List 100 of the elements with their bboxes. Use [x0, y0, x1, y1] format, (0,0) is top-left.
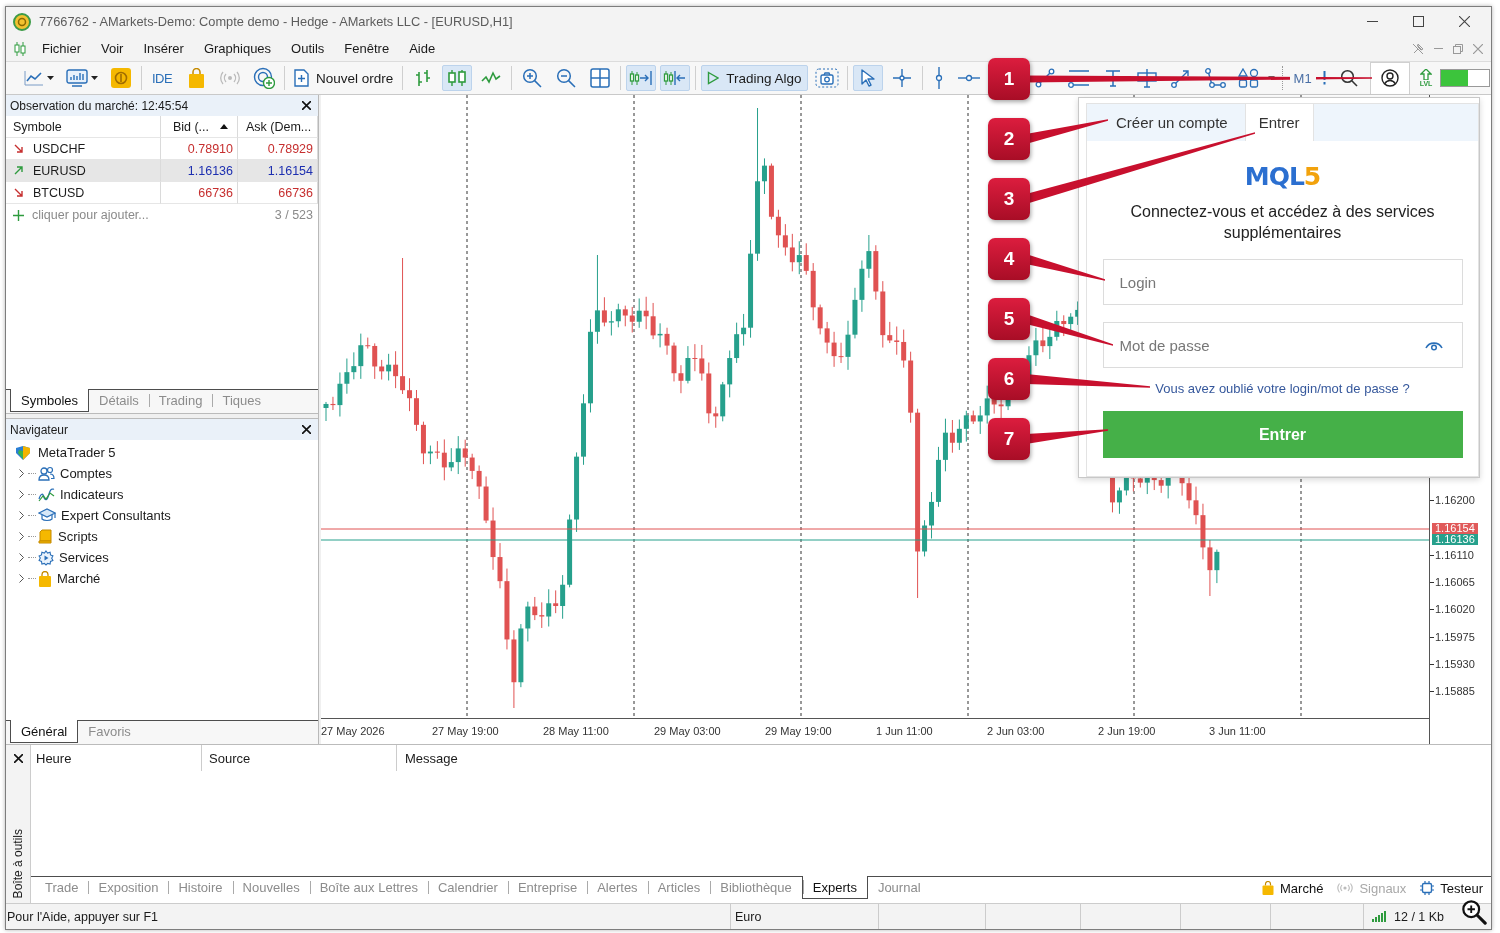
chart-window-icon[interactable] — [66, 69, 88, 87]
candles-arrow-right-icon — [629, 69, 654, 87]
chevron-right-icon[interactable] — [19, 532, 24, 541]
bid-price: 0.78910 — [187, 141, 233, 156]
price-label: 1.16020 — [1430, 603, 1475, 617]
plus-icon[interactable] — [13, 209, 24, 221]
menu-item[interactable]: Voir — [91, 41, 134, 56]
algo-trading-button[interactable]: Trading Algo — [701, 65, 808, 91]
close-icon[interactable] — [1458, 16, 1470, 27]
add-symbol-hint[interactable]: cliquer pour ajouter... — [32, 208, 149, 222]
profile-name[interactable]: Euro — [735, 909, 762, 924]
symbol-name: BTCUSD — [33, 185, 85, 200]
menu-item[interactable]: Insérer — [133, 41, 194, 56]
camera-icon[interactable] — [814, 68, 839, 88]
arrow-tool-icon[interactable] — [1169, 68, 1192, 88]
column-header[interactable]: Bid (... — [161, 116, 238, 138]
panel-tab[interactable]: Général — [10, 720, 79, 743]
candlestick-icon[interactable] — [14, 41, 26, 56]
zigzag-line-icon[interactable] — [481, 70, 502, 86]
chevron-right-icon[interactable] — [19, 469, 24, 478]
traffic-text: 12 / 1 Kb — [1394, 909, 1445, 924]
toolbox-tab[interactable]: Exposition — [88, 877, 169, 898]
time-label: 2 Jun 19:00 — [1098, 724, 1156, 737]
maximize-icon[interactable] — [1412, 16, 1424, 27]
toolbox-tab[interactable]: Boîte aux Lettres — [309, 877, 428, 898]
shopping-bag-icon — [1262, 881, 1274, 895]
price-label: 1.15885 — [1430, 685, 1475, 699]
shortcut-button[interactable]: Marché — [1260, 880, 1326, 896]
level-up-icon[interactable] — [1420, 68, 1432, 80]
column-header[interactable]: Symbole — [6, 116, 161, 138]
crosshair-icon[interactable] — [891, 68, 912, 88]
toolbox-tab[interactable]: Journal — [867, 877, 931, 898]
price-label: 1.15975 — [1430, 630, 1475, 644]
chevron-right-icon[interactable] — [19, 490, 24, 499]
chevron-right-icon[interactable] — [19, 511, 24, 520]
triangle-tool-icon[interactable] — [1203, 68, 1226, 88]
tree-item[interactable]: Expert Consultants — [61, 508, 171, 523]
candlestick-chart-button[interactable] — [442, 65, 473, 91]
search-icon[interactable] — [1339, 69, 1358, 87]
close-icon[interactable] — [302, 425, 311, 434]
text-tool-icon[interactable] — [1104, 69, 1121, 87]
autoscroll-button[interactable] — [626, 65, 657, 91]
ide-button[interactable]: IDE — [147, 65, 177, 91]
vertical-line-icon[interactable] — [934, 67, 943, 89]
globe-plus-icon[interactable] — [253, 67, 275, 89]
tree-item[interactable]: Marché — [57, 571, 101, 586]
eye-icon[interactable] — [1424, 340, 1443, 351]
column-header[interactable]: Heure — [36, 750, 72, 766]
column-header[interactable]: Message — [405, 750, 458, 766]
toolbox-tab[interactable]: Experts — [801, 876, 868, 899]
tree-item[interactable]: Indicateurs — [60, 487, 124, 502]
menu-item[interactable]: Aide — [399, 41, 446, 56]
chart-shift-button[interactable] — [660, 65, 691, 91]
tree-item[interactable]: Scripts — [58, 529, 98, 544]
toolbox-tab[interactable]: Entreprise — [507, 877, 588, 898]
column-header[interactable]: Source — [209, 750, 251, 766]
tree-item[interactable]: MetaTrader 5 — [38, 445, 116, 460]
forgot-password-link[interactable]: Vous avez oublié votre login/mot de passe ? — [1155, 381, 1410, 396]
tree-item[interactable]: Comptes — [60, 466, 113, 481]
symbol-row[interactable]: EURUSD 1.16136 1.16154 — [6, 160, 318, 182]
caret-icon[interactable] — [47, 76, 54, 80]
tile-windows-icon[interactable] — [590, 68, 611, 88]
chip-icon — [1420, 881, 1435, 895]
cursor-button[interactable] — [852, 65, 883, 91]
close-icon[interactable] — [13, 754, 23, 763]
column-header[interactable]: Ask (Dem... — [238, 116, 318, 138]
zoom-out-icon[interactable] — [556, 68, 577, 88]
pin-icon[interactable] — [1412, 42, 1424, 55]
line-chart-icon[interactable] — [24, 70, 44, 86]
zoom-in-icon[interactable] — [1461, 899, 1487, 925]
menu-item[interactable]: Fenêtre — [334, 41, 400, 56]
time-label: 27 May 2026 — [321, 724, 385, 737]
caret-icon[interactable] — [91, 76, 98, 80]
chevron-right-icon[interactable] — [19, 553, 24, 562]
horizontal-line-icon[interactable] — [957, 74, 980, 82]
chevron-right-icon[interactable] — [19, 574, 24, 583]
close-icon[interactable] — [302, 101, 311, 110]
toolbox-tab[interactable]: Nouvelles — [232, 877, 310, 898]
login-tab[interactable]: Entrer — [1244, 104, 1314, 141]
coin-icon[interactable] — [111, 68, 131, 88]
toolbox-tab[interactable]: Articles — [647, 877, 711, 898]
menu-item[interactable]: Graphiques — [193, 41, 282, 56]
new-order-button[interactable]: Nouvel ordre — [290, 65, 398, 91]
tree-item[interactable]: Services — [59, 550, 109, 565]
shortcut-button[interactable]: Testeur — [1418, 880, 1485, 896]
restore-icon[interactable] — [1453, 43, 1463, 54]
minimize-icon[interactable] — [1366, 21, 1378, 22]
mql5-logo: MQL5 — [1244, 163, 1321, 191]
ask-price: 1.16154 — [267, 163, 313, 178]
account-button[interactable] — [1369, 62, 1410, 94]
symbol-row[interactable]: BTCUSD 66736 66736 — [6, 182, 318, 204]
menu-item[interactable]: Outils — [281, 41, 335, 56]
menu-item[interactable]: Fichier — [32, 41, 91, 56]
shapes-icon[interactable] — [1237, 68, 1260, 88]
time-label: 29 May 03:00 — [654, 724, 721, 737]
price-label: 1.16200 — [1430, 494, 1475, 507]
bid-price-tag: 1.16136 — [1432, 534, 1478, 545]
ask-price: 66736 — [278, 185, 313, 200]
panel-tab[interactable]: Symboles — [10, 389, 90, 412]
callout-badge: 1 — [988, 58, 1030, 100]
